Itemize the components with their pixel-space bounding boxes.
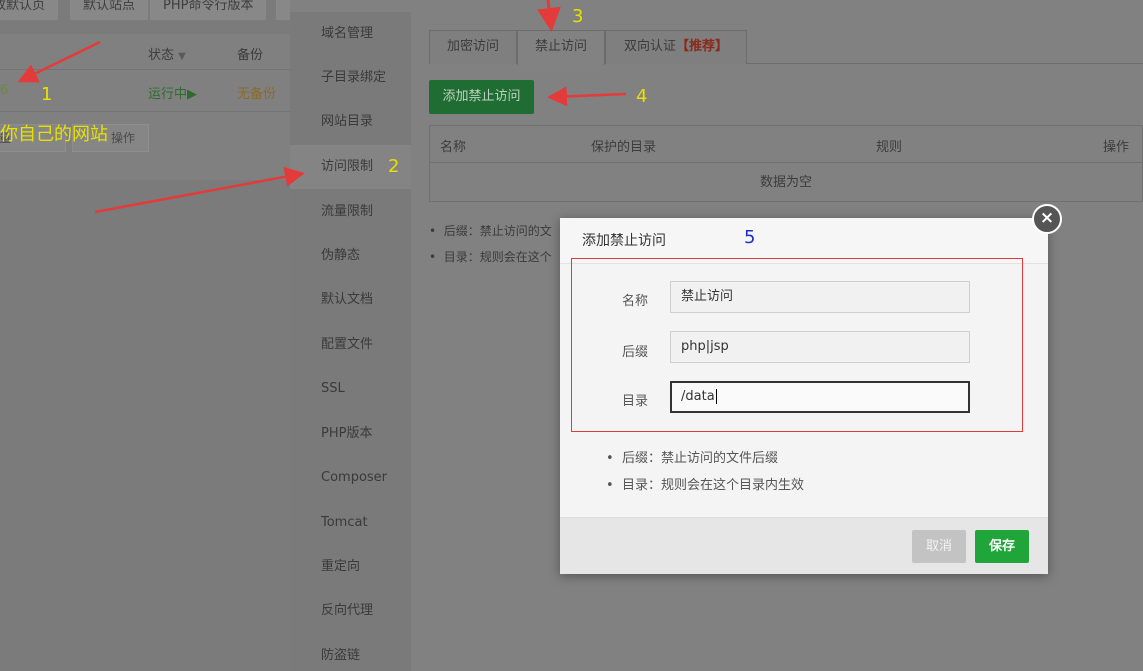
arrow-to-add-button	[547, 86, 627, 107]
arrow-to-site	[17, 40, 101, 83]
arrow-annotation-icon	[17, 0, 627, 214]
arrow-to-deny-tab	[537, 0, 561, 32]
arrow-to-access-restriction	[94, 166, 305, 214]
